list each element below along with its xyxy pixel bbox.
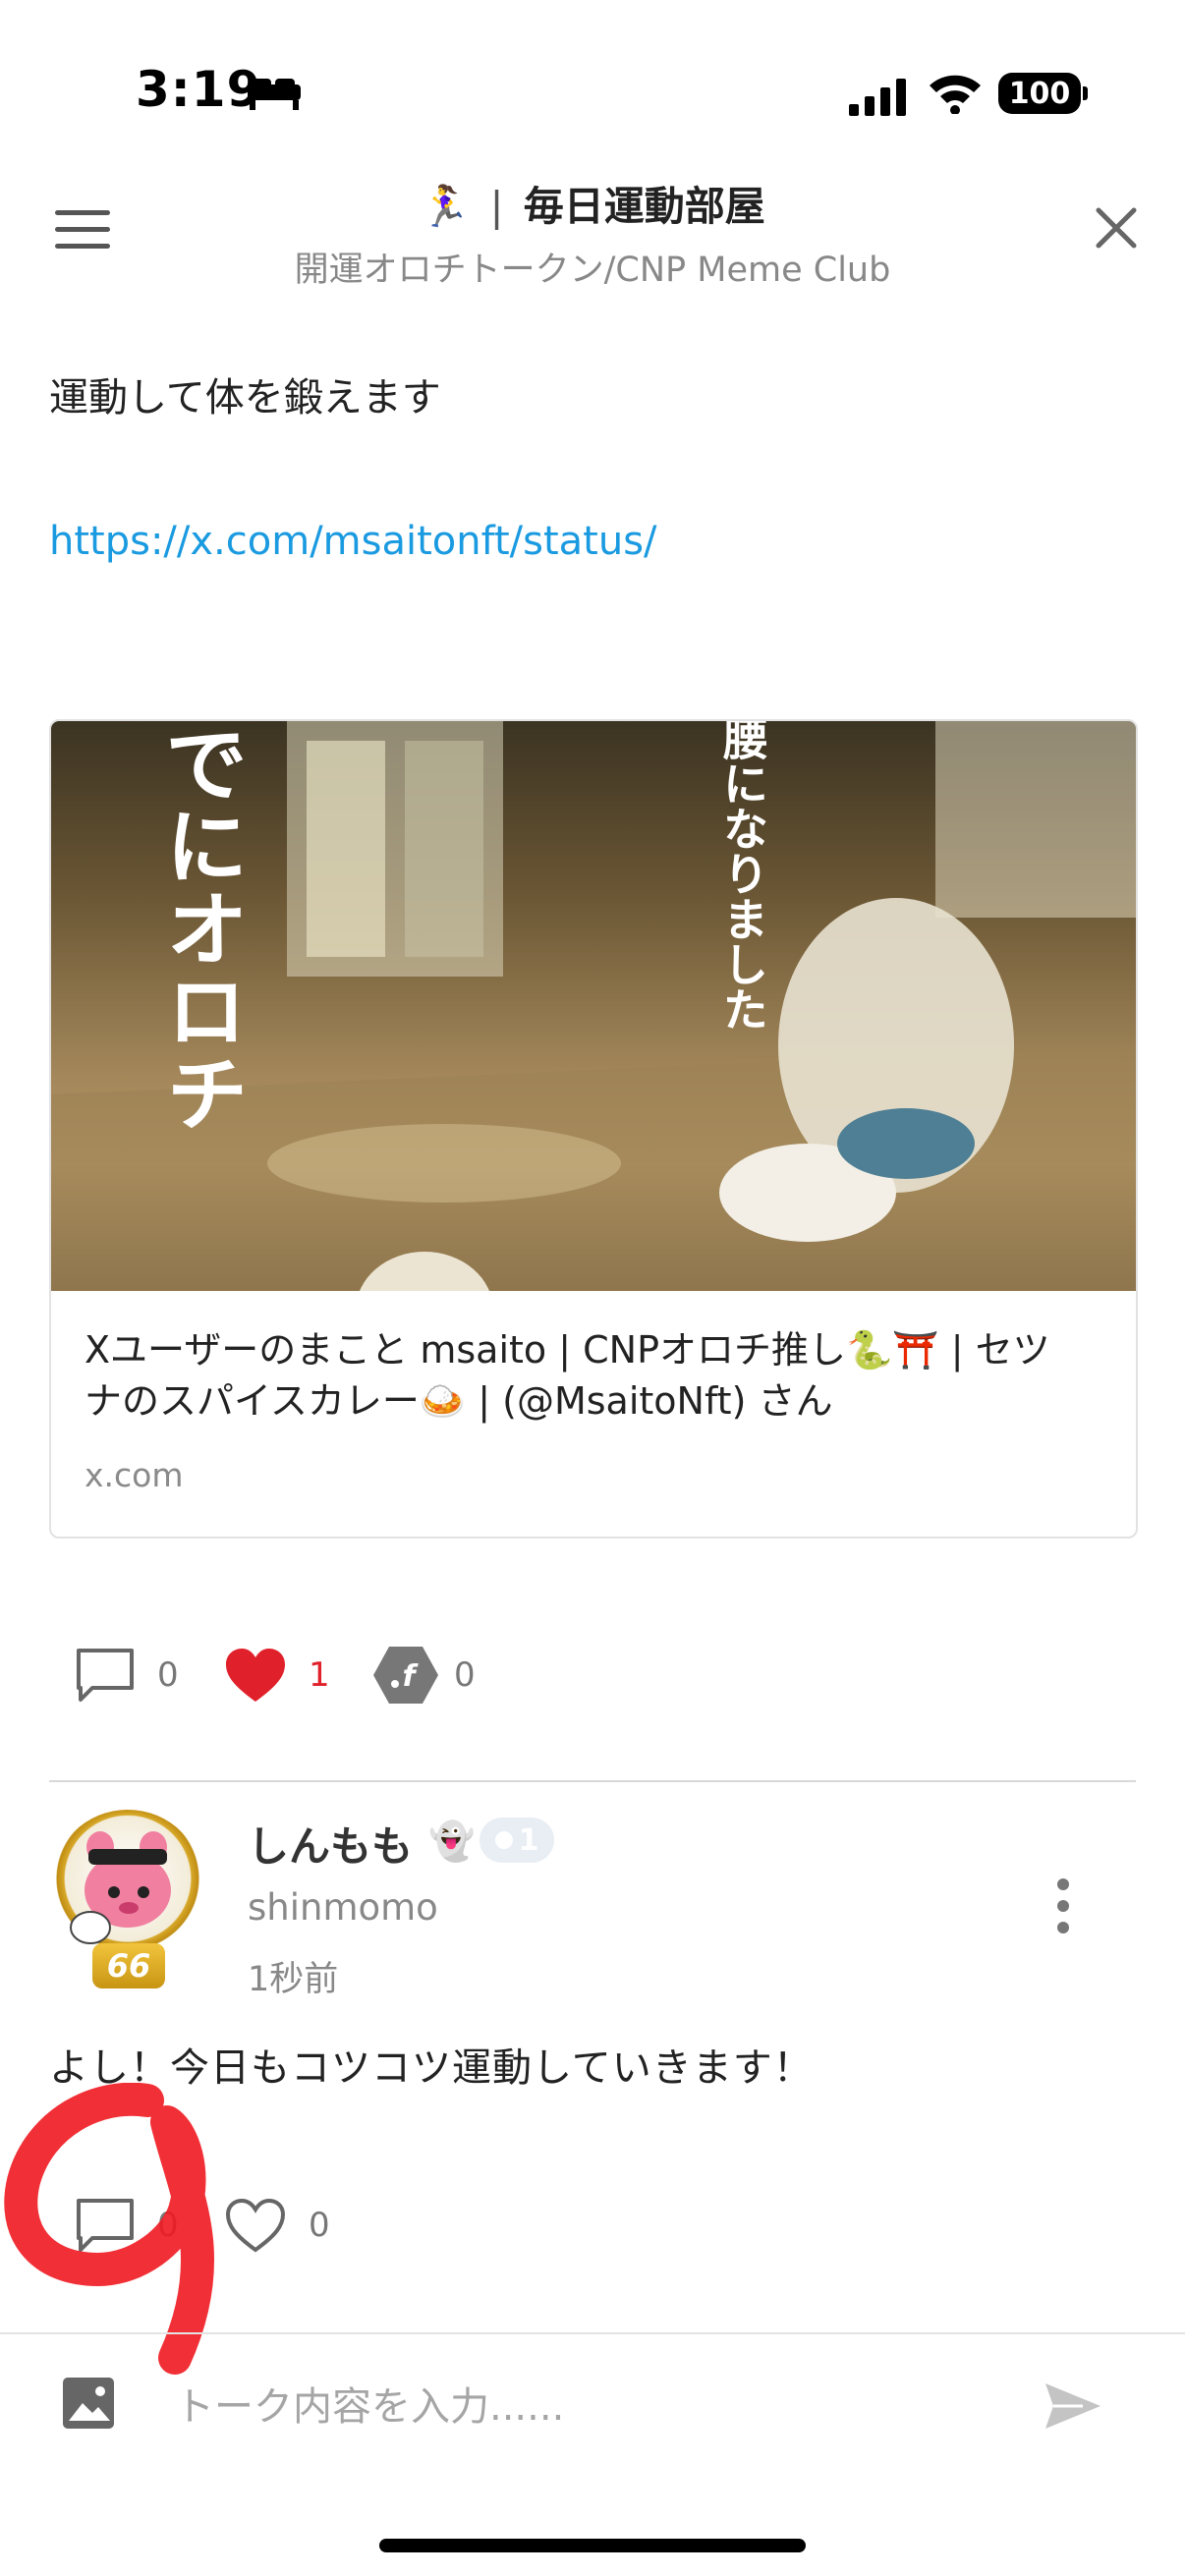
wifi-icon — [930, 75, 981, 114]
link-preview-title: Xユーザーのまこと msaito | CNPオロチ推し🐍⛩️ | セツ ナのスパ… — [85, 1324, 1106, 1427]
page-subtitle: 開運オロチトークン/CNP Meme Club — [294, 251, 891, 290]
level-dot — [494, 1831, 513, 1849]
link-preview-domain: x.com — [85, 1456, 184, 1494]
link-preview-card[interactable]: でにオロチ 腰になりました Xユーザーのまこと msaito | CNPオロチ推… — [49, 719, 1138, 1539]
post-coin-button[interactable]: f 0 — [371, 1645, 476, 1706]
comment-timestamp: 1秒前 — [248, 1960, 339, 1999]
heart-filled-icon — [226, 1649, 285, 1702]
link-preview-image: でにオロチ 腰になりました — [51, 721, 1136, 1291]
more-options-icon[interactable] — [1057, 1878, 1071, 1943]
battery-tip — [1083, 86, 1088, 100]
image-attach-icon[interactable] — [61, 2376, 116, 2431]
comment-text: よし！今日もコツコツ運動していきます！ — [49, 2045, 814, 2091]
image-overlay-text-left: でにオロチ — [152, 721, 250, 1134]
comment-icon — [77, 1649, 134, 1702]
user-badge-emoji: 👻 — [428, 1820, 476, 1863]
talk-input[interactable] — [173, 2372, 1002, 2442]
link-preview-title-line2: ナのスパイスカレー🍛 | (@MsaitoNft) さん — [85, 1379, 833, 1423]
post-link[interactable]: https://x.com/msaitonft/status/ — [49, 519, 657, 564]
comment-handle: shinmomo — [248, 1886, 438, 1929]
title-text: 毎日運動部屋 — [523, 183, 765, 230]
comment-icon — [77, 2199, 134, 2252]
comment-username[interactable]: しんもも — [248, 1814, 413, 1874]
comment-reply-button[interactable]: 0 — [75, 2197, 179, 2254]
user-level-pill: 1 — [480, 1818, 554, 1863]
menu-icon[interactable] — [55, 210, 110, 250]
home-indicator — [379, 2539, 806, 2552]
avatar[interactable] — [51, 1810, 204, 1963]
post-text: 運動して体を鍛えます — [49, 375, 441, 420]
sleep-focus-icon — [248, 79, 301, 110]
image-overlay-text-right: 腰になりました — [716, 721, 769, 1032]
post-like-count: 1 — [309, 1655, 330, 1695]
post-like-button[interactable]: 1 — [224, 1647, 330, 1704]
user-level: 1 — [518, 1822, 539, 1858]
close-icon[interactable] — [1095, 206, 1138, 250]
page-title: 🏃‍♀️ | 毎日運動部屋 — [295, 173, 890, 232]
comment-like-button[interactable]: 0 — [224, 2197, 330, 2254]
title-separator: | — [489, 183, 504, 230]
post-coin-count: 0 — [454, 1655, 476, 1695]
comment-reply-count: 0 — [157, 2206, 179, 2245]
title-emoji: 🏃‍♀️ — [420, 183, 471, 230]
input-bar-divider — [0, 2332, 1185, 2334]
cellular-signal-icon — [849, 79, 906, 116]
post-comment-count: 0 — [157, 1655, 179, 1695]
heart-outline-icon — [225, 2198, 286, 2253]
post-comment-button[interactable]: 0 — [75, 1647, 179, 1704]
send-icon[interactable] — [1044, 2381, 1102, 2431]
coin-hexagon-icon: f — [373, 1647, 438, 1704]
status-time: 3:19 — [136, 61, 262, 118]
comment-like-count: 0 — [309, 2206, 330, 2245]
divider — [49, 1780, 1136, 1782]
link-preview-title-line1: Xユーザーのまこと msaito | CNPオロチ推し🐍⛩️ | セツ — [85, 1328, 1050, 1372]
avatar-level-badge: 66 — [92, 1943, 165, 1988]
battery-indicator: 100 — [998, 73, 1081, 114]
